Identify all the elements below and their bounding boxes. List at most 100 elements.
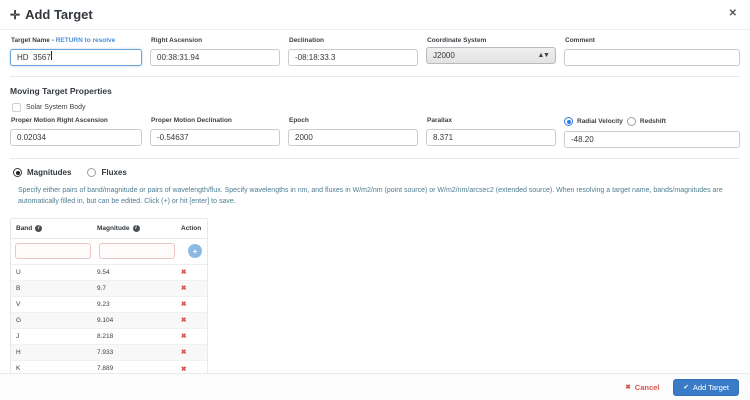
radial-velocity-label: Radial Velocity	[577, 118, 623, 125]
comment-field: Comment	[564, 37, 740, 66]
add-target-dialog: ✛ Add Target ✕ Target Name - RETURN to r…	[0, 0, 750, 400]
right-ascension-field: Right Ascension	[150, 37, 280, 66]
magnitude-input-row: +	[11, 239, 207, 265]
radial-velocity-input[interactable]	[564, 131, 740, 148]
comment-input[interactable]	[564, 49, 740, 66]
band-cell: G	[16, 316, 22, 324]
close-icon[interactable]: ✕	[729, 9, 737, 19]
solar-system-body-label: Solar System Body	[26, 104, 86, 111]
pm-dec-label: Proper Motion Declination	[151, 117, 232, 124]
magnitude-cell: 9.7	[97, 284, 107, 292]
add-target-button[interactable]: ✔ Add Target	[673, 378, 739, 396]
coordinate-system-select[interactable]: J2000 ▲ ▼	[426, 47, 556, 64]
magnitude-cell: 9.104	[97, 316, 114, 324]
table-row: V 9.23 ✖	[11, 297, 207, 313]
target-crosshair-icon: ✛	[10, 7, 21, 22]
coordinates-row: Target Name - RETURN to resolve Right As…	[0, 37, 750, 66]
band-cell: J	[16, 332, 20, 340]
table-row: G 9.104 ✖	[11, 312, 207, 329]
epoch-input[interactable]	[288, 129, 418, 146]
magnitude-cell: 9.54	[97, 268, 110, 276]
delete-row-icon[interactable]: ✖	[179, 365, 207, 373]
photometry-mode-row: Magnitudes Fluxes	[13, 168, 750, 177]
fluxes-radio[interactable]	[87, 168, 97, 177]
pm-ra-field: Proper Motion Right Ascension	[10, 117, 142, 148]
comment-label: Comment	[565, 37, 595, 44]
delete-row-icon[interactable]: ✖	[179, 284, 207, 292]
motion-row: Proper Motion Right Ascension Proper Mot…	[0, 117, 750, 148]
epoch-label: Epoch	[289, 117, 309, 124]
dialog-title-text: Add Target	[25, 7, 93, 22]
band-cell: K	[16, 365, 21, 373]
dialog-header: ✛ Add Target ✕	[0, 0, 750, 30]
coordinate-system-field: Coordinate System J2000 ▲ ▼	[426, 37, 556, 66]
parallax-input[interactable]	[426, 129, 556, 146]
dialog-footer: ✖ Cancel ✔ Add Target	[0, 373, 750, 400]
table-row: H 7.933 ✖	[11, 344, 207, 361]
delete-row-icon[interactable]: ✖	[179, 348, 207, 356]
band-header: Band i	[11, 224, 95, 232]
table-row: J 8.218 ✖	[11, 329, 207, 345]
magnitudes-radio[interactable]	[13, 168, 22, 177]
return-to-resolve-link[interactable]: RETURN to resolve	[56, 37, 116, 44]
target-name-label: Target Name - RETURN to resolve	[11, 37, 116, 44]
text-caret	[51, 51, 52, 60]
band-cell: U	[16, 268, 21, 276]
coordinate-system-label: Coordinate System	[427, 37, 487, 44]
add-magnitude-button[interactable]: +	[188, 244, 202, 259]
declination-field: Declination	[288, 37, 418, 66]
coordinate-system-value: J2000	[433, 51, 455, 60]
right-ascension-input[interactable]	[150, 49, 280, 66]
select-stepper-icon: ▲ ▼	[537, 52, 550, 59]
delete-row-icon[interactable]: ✖	[179, 268, 207, 276]
delete-row-icon[interactable]: ✖	[179, 332, 207, 340]
delete-row-icon[interactable]: ✖	[179, 316, 207, 324]
check-icon: ✔	[683, 384, 689, 391]
magnitude-info-icon: i	[132, 224, 140, 232]
magnitude-cell: 9.23	[97, 300, 110, 308]
action-header: Action	[181, 224, 202, 232]
cancel-x-icon: ✖	[625, 384, 631, 391]
solar-system-body-checkbox[interactable]	[12, 103, 21, 112]
moving-target-heading: Moving Target Properties	[10, 86, 112, 96]
table-row: B 9.7 ✖	[11, 280, 207, 297]
magnitude-input[interactable]	[99, 243, 175, 260]
magnitude-table-header: Band i Magnitude i Action	[11, 219, 207, 239]
magnitude-table: Band i Magnitude i Action + U 9.54 ✖ B 9.7 ✖ V…	[10, 217, 208, 378]
right-ascension-label: Right Ascension	[151, 37, 203, 44]
magnitude-header: Magnitude i	[95, 224, 179, 232]
parallax-field: Parallax	[426, 117, 556, 148]
redshift-radio[interactable]	[626, 117, 636, 126]
velocity-field: Radial Velocity Redshift	[564, 117, 740, 148]
declination-input[interactable]	[288, 49, 418, 66]
magnitude-cell: 8.218	[97, 332, 114, 340]
band-cell: B	[16, 284, 21, 292]
dialog-title: ✛ Add Target	[10, 7, 93, 22]
fluxes-label: Fluxes	[101, 168, 127, 177]
pm-dec-field: Proper Motion Declination	[150, 117, 280, 148]
magnitudes-label: Magnitudes	[27, 168, 72, 177]
table-row: U 9.54 ✖	[11, 265, 207, 281]
magnitude-table-body: U 9.54 ✖ B 9.7 ✖ V 9.23 ✖ G 9.104 ✖ J 8.218 ✖ H 7.933 ✖ K 7…	[11, 265, 207, 377]
magnitude-cell: 7.933	[97, 348, 114, 356]
band-input[interactable]	[15, 243, 91, 260]
band-cell: H	[16, 348, 21, 356]
radial-velocity-radio[interactable]	[564, 117, 573, 126]
divider	[10, 158, 740, 159]
declination-label: Declination	[289, 37, 325, 44]
delete-row-icon[interactable]: ✖	[179, 300, 207, 308]
redshift-label: Redshift	[639, 118, 666, 125]
solar-system-body-row: Solar System Body	[12, 103, 740, 112]
target-name-field: Target Name - RETURN to resolve	[10, 37, 142, 66]
pm-dec-input[interactable]	[150, 129, 280, 146]
target-name-input[interactable]	[10, 49, 142, 66]
pm-ra-input[interactable]	[10, 129, 142, 146]
band-info-icon: i	[35, 224, 43, 232]
epoch-field: Epoch	[288, 117, 418, 148]
divider	[10, 76, 740, 77]
pm-ra-label: Proper Motion Right Ascension	[11, 117, 108, 124]
cancel-button[interactable]: ✖ Cancel	[625, 383, 659, 392]
photometry-info-text: Specify either pairs of band/magnitude o…	[18, 187, 723, 205]
magnitude-cell: 7.889	[97, 365, 114, 373]
band-cell: V	[16, 300, 21, 308]
